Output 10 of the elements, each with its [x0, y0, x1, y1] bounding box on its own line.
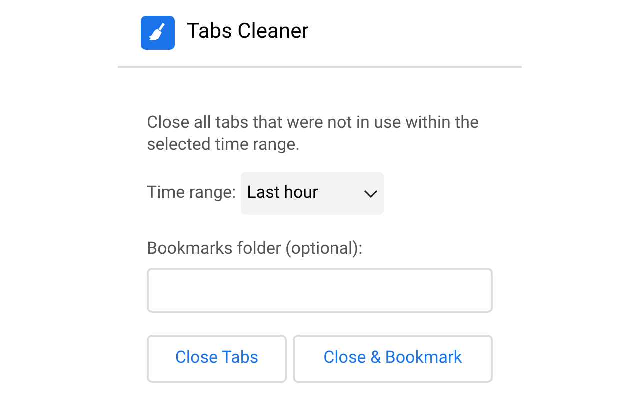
time-range-dropdown[interactable]: Last hour [241, 172, 384, 215]
time-range-label: Time range: [147, 182, 236, 205]
bookmarks-folder-field[interactable] [147, 268, 493, 312]
close-tabs-button[interactable]: Close Tabs [147, 334, 287, 382]
chevron-down-icon [364, 190, 378, 198]
bookmarks-folder-label: Bookmarks folder (optional): [147, 238, 364, 261]
close-bookmark-button[interactable]: Close & Bookmark [293, 334, 493, 382]
app-title: Tabs Cleaner [187, 19, 309, 46]
description: Close all tabs that were not in use within the selected time range. [147, 112, 480, 156]
broom-icon [141, 16, 175, 50]
